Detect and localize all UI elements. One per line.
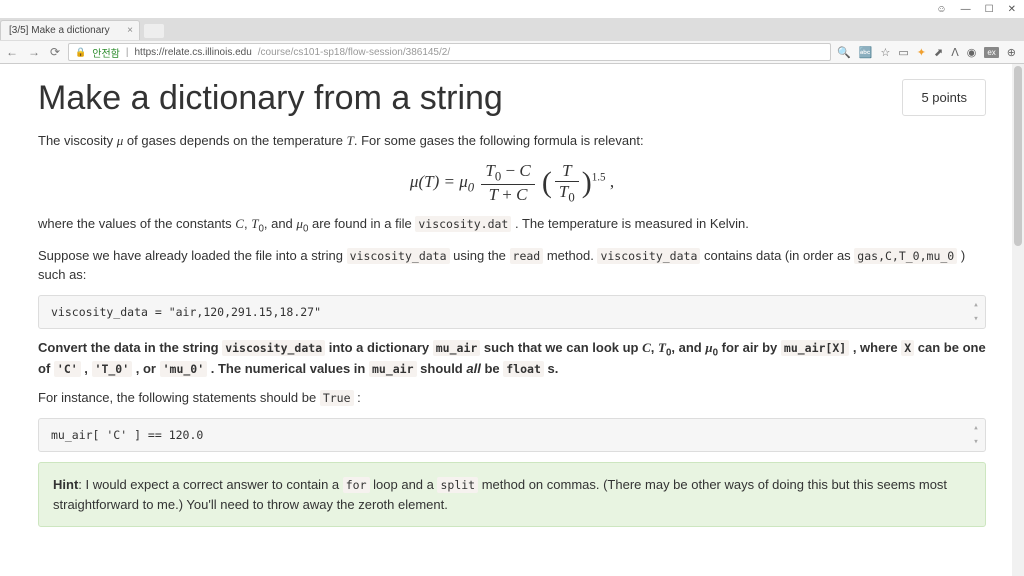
scrollbar-thumb[interactable] [1014, 66, 1022, 246]
tab-title: [3/5] Make a dictionary [9, 25, 110, 36]
new-tab-button[interactable] [144, 24, 164, 38]
ext-icon-3[interactable]: ⬈ [934, 46, 943, 59]
ext-icon-4[interactable]: ᐱ [951, 46, 959, 59]
search-icon[interactable]: 🔍 [837, 46, 851, 59]
code-scroll-indicator: ▴▾ [971, 423, 981, 447]
address-bar[interactable]: 🔒 안전함 | https://relate.cs.illinois.edu/c… [68, 43, 831, 61]
toolbar-right: 🔍 🔤 ☆ ▭ ✦ ⬈ ᐱ ◉ ex ⊕ [837, 46, 1020, 59]
points-badge: 5 points [902, 79, 986, 116]
paragraph-task: Convert the data in the string viscosity… [38, 339, 986, 380]
browser-tab[interactable]: [3/5] Make a dictionary × [0, 20, 140, 40]
minimize-button[interactable]: — [961, 4, 971, 15]
formula: μ(T) = μ0 T0 − CT + C (TT0)1.5 , [38, 161, 986, 205]
url-host: https://relate.cs.illinois.edu [135, 47, 252, 58]
window-titlebar: ☺ — ☐ ✕ [0, 0, 1024, 18]
page-scrollbar[interactable] [1012, 64, 1024, 576]
secure-label: 안전함 [92, 45, 120, 60]
ext-icon-5[interactable]: ◉ [967, 46, 977, 59]
ext-icon-2[interactable]: ✦ [917, 46, 926, 59]
reload-button[interactable]: ⟳ [48, 45, 62, 59]
page-content: Make a dictionary from a string 5 points… [0, 64, 1024, 576]
close-window-button[interactable]: ✕ [1008, 4, 1016, 15]
code-block-2: mu_air[ 'C' ] == 120.0 ▴▾ [38, 418, 986, 452]
ext-icon-6[interactable]: ex [984, 47, 998, 58]
ext-icon-7[interactable]: ⊕ [1007, 46, 1016, 59]
back-button[interactable]: ← [4, 45, 20, 59]
paragraph-example: For instance, the following statements s… [38, 389, 986, 408]
hint-box: Hint: I would expect a correct answer to… [38, 462, 986, 527]
browser-toolbar: ← → ⟳ 🔒 안전함 | https://relate.cs.illinois… [0, 40, 1024, 64]
paragraph-suppose: Suppose we have already loaded the file … [38, 247, 986, 285]
maximize-button[interactable]: ☐ [985, 4, 994, 15]
tab-strip: [3/5] Make a dictionary × [0, 18, 1024, 40]
url-path: /course/cs101-sp18/flow-session/386145/2… [258, 47, 450, 58]
paragraph-intro: The viscosity μ of gases depends on the … [38, 132, 986, 151]
user-icon: ☺ [936, 4, 946, 15]
tab-close-icon[interactable]: × [127, 25, 133, 36]
star-icon[interactable]: ☆ [880, 46, 890, 59]
paragraph-constants: where the values of the constants C, T0,… [38, 215, 986, 237]
page-title: Make a dictionary from a string [38, 79, 503, 118]
code-block-1: viscosity_data = "air,120,291.15,18.27" … [38, 295, 986, 329]
code-scroll-indicator: ▴▾ [971, 300, 981, 324]
translate-icon[interactable]: 🔤 [859, 46, 873, 59]
forward-button[interactable]: → [26, 45, 42, 59]
ext-icon-1[interactable]: ▭ [898, 46, 908, 59]
lock-icon: 🔒 [75, 47, 86, 58]
